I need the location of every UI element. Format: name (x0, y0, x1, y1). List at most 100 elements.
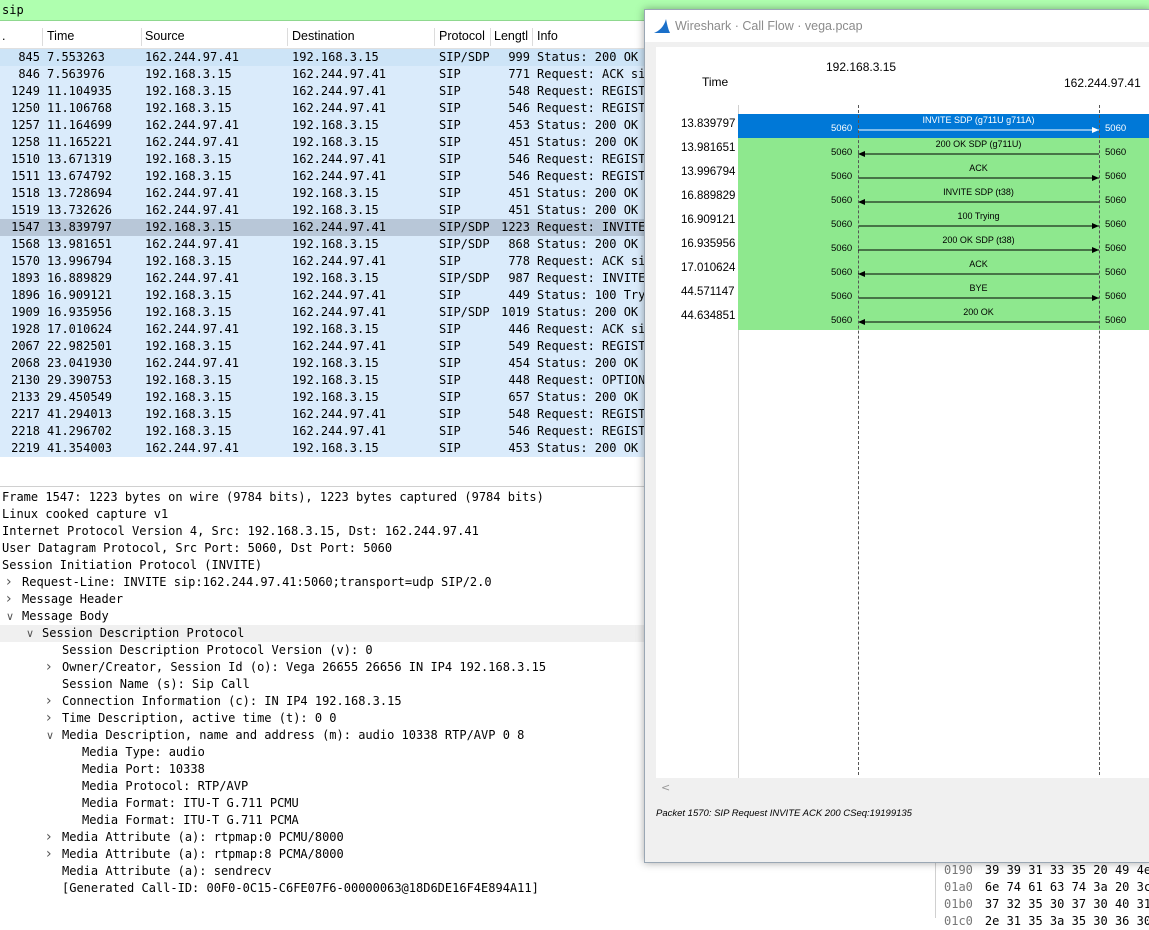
packet-row[interactable]: 1570 13.996794 192.168.3.15 162.244.97.41 SI… (0, 253, 645, 270)
column-header-source[interactable]: Source (145, 29, 185, 43)
port-a-label: 5060 (831, 123, 853, 134)
packet-cell-proto: SIP (439, 407, 461, 421)
packet-row[interactable]: 2217 41.294013 192.168.3.15 162.244.97.41 SI… (0, 406, 645, 423)
packet-row[interactable]: 1249 11.104935 192.168.3.15 162.244.97.41 SI… (0, 83, 645, 100)
packet-row[interactable]: 1250 11.106768 192.168.3.15 162.244.97.41 SI… (0, 100, 645, 117)
tree-collapsed-icon[interactable]: › (46, 846, 52, 863)
tree-collapsed-icon[interactable]: › (46, 710, 52, 727)
display-filter-input[interactable] (0, 1, 642, 19)
packet-row[interactable]: 846 7.563976 192.168.3.15 162.244.97.41 SIP 7… (0, 66, 645, 83)
packet-row[interactable]: 1519 13.732626 162.244.97.41 192.168.3.15 SI… (0, 202, 645, 219)
packet-row[interactable]: 2219 41.354003 162.244.97.41 192.168.3.15 SI… (0, 440, 645, 457)
packet-cell-time: 41.294013 (47, 407, 113, 421)
packet-row[interactable]: 1257 11.164699 162.244.97.41 192.168.3.15 SI… (0, 117, 645, 134)
packet-cell-dst: 162.244.97.41 (292, 84, 386, 98)
call-flow-item[interactable]: 5060 5060 200 OK SDP (g711U) (738, 138, 1149, 162)
packet-cell-dst: 162.244.97.41 (292, 169, 386, 183)
call-flow-item[interactable]: 5060 5060 200 OK (738, 306, 1149, 330)
call-flow-item[interactable]: 5060 5060 INVITE SDP (t38) (738, 186, 1149, 210)
packet-row[interactable]: 2130 29.390753 192.168.3.15 192.168.3.15 SIP… (0, 372, 645, 389)
tree-expanded-icon[interactable]: ∨ (6, 608, 14, 625)
column-header-protocol[interactable]: Protocol (439, 29, 485, 43)
packet-cell-src: 162.244.97.41 (145, 135, 239, 149)
call-flow-status-text: Packet 1570: SIP Request INVITE ACK 200 … (656, 808, 912, 819)
scroll-left-icon[interactable]: < (661, 781, 670, 794)
packet-cell-dst: 162.244.97.41 (292, 424, 386, 438)
packet-row[interactable]: 2218 41.296702 192.168.3.15 162.244.97.41 SI… (0, 423, 645, 440)
packet-cell-info: Status: 100 Tryi (537, 288, 645, 302)
packet-cell-dst: 162.244.97.41 (292, 339, 386, 353)
packet-cell-no: 1510 (11, 152, 40, 166)
packet-cell-src: 192.168.3.15 (145, 407, 232, 421)
packet-cell-dst: 192.168.3.15 (292, 237, 379, 251)
packet-row[interactable]: 1928 17.010624 162.244.97.41 192.168.3.15 SI… (0, 321, 645, 338)
detail-tree-label: User Datagram Protocol, Src Port: 5060, … (2, 541, 393, 555)
packet-cell-time: 13.981651 (47, 237, 113, 251)
flow-time-label: 16.889829 (681, 190, 736, 202)
packet-row[interactable]: 1896 16.909121 192.168.3.15 162.244.97.41 SI… (0, 287, 645, 304)
packet-cell-time: 29.450549 (47, 390, 113, 404)
call-flow-diagram[interactable]: Time 192.168.3.15 162.244.97.41 5060 5060… (656, 47, 1149, 778)
tree-expanded-icon[interactable]: ∨ (46, 727, 54, 744)
call-flow-item[interactable]: 5060 5060 ACK (738, 162, 1149, 186)
detail-tree-label: Media Format: ITU-T G.711 PCMA (82, 813, 299, 827)
call-flow-window[interactable]: Wireshark · Call Flow · vega.pcap Time 1… (644, 9, 1149, 863)
packet-row[interactable]: 1511 13.674792 192.168.3.15 162.244.97.41 SI… (0, 168, 645, 185)
packet-list[interactable]: . Time Source Destination Protocol Lengt… (0, 22, 645, 472)
column-header-info[interactable]: Info (537, 29, 558, 43)
packet-cell-time: 11.164699 (47, 118, 113, 132)
call-flow-horizontal-scrollbar[interactable]: < (656, 780, 1149, 798)
packet-cell-time: 13.728694 (47, 186, 113, 200)
packet-bytes-pane[interactable]: 0190 39 39 31 33 35 20 49 4e 01a0 6e 74 61 … (935, 860, 1149, 928)
packet-row[interactable]: 1568 13.981651 162.244.97.41 192.168.3.15 SI… (0, 236, 645, 253)
packet-row[interactable]: 845 7.553263 162.244.97.41 192.168.3.15 SIP/… (0, 49, 645, 66)
detail-tree-item[interactable]: ∨ Session Description Protocol (0, 625, 645, 642)
call-flow-titlebar[interactable]: Wireshark · Call Flow · vega.pcap (645, 10, 1149, 42)
arrow-left-icon (858, 151, 1099, 157)
call-flow-item[interactable]: 5060 5060 BYE (738, 282, 1149, 306)
packet-cell-len: 549 (508, 339, 530, 353)
flow-message-label: ACK (969, 259, 988, 269)
flow-message-label: 200 OK SDP (g711U) (935, 139, 1022, 149)
packet-row[interactable]: 1547 13.839797 192.168.3.15 162.244.97.41 SI… (0, 219, 645, 236)
packet-cell-proto: SIP (439, 169, 461, 183)
detail-tree-label: Connection Information (c): IN IP4 192.1… (62, 694, 402, 708)
packet-row[interactable]: 2068 23.041930 162.244.97.41 192.168.3.15 SI… (0, 355, 645, 372)
flow-message-label: 100 Trying (957, 211, 1000, 221)
port-a-label: 5060 (831, 219, 853, 230)
packet-cell-len: 454 (508, 356, 530, 370)
packet-row[interactable]: 1510 13.671319 192.168.3.15 162.244.97.41 SI… (0, 151, 645, 168)
tree-collapsed-icon[interactable]: › (46, 693, 52, 710)
call-flow-item[interactable]: 5060 5060 ACK (738, 258, 1149, 282)
packet-row[interactable]: 1518 13.728694 162.244.97.41 192.168.3.15 SI… (0, 185, 645, 202)
tree-collapsed-icon[interactable]: › (46, 659, 52, 676)
column-header-length[interactable]: Lengtl (494, 29, 528, 43)
column-header-destination[interactable]: Destination (292, 29, 355, 43)
hex-offset: 0190 (944, 863, 973, 877)
packet-row[interactable]: 1258 11.165221 162.244.97.41 192.168.3.15 SI… (0, 134, 645, 151)
detail-tree-item[interactable]: [Generated Call-ID: 00F0-0C15-C6FE07F6-0… (0, 880, 935, 897)
detail-tree-item[interactable]: Media Attribute (a): sendrecv (0, 863, 935, 880)
packet-row[interactable]: 2067 22.982501 192.168.3.15 162.244.97.41 SI… (0, 338, 645, 355)
tree-collapsed-icon[interactable]: › (46, 829, 52, 846)
packet-cell-no: 2133 (11, 390, 40, 404)
packet-cell-proto: SIP (439, 356, 461, 370)
column-header-no[interactable]: . (2, 29, 5, 43)
packet-cell-len: 451 (508, 135, 530, 149)
column-header-time[interactable]: Time (47, 29, 74, 43)
call-flow-item[interactable]: 5060 5060 100 Trying (738, 210, 1149, 234)
packet-cell-dst: 192.168.3.15 (292, 441, 379, 455)
call-flow-item[interactable]: 5060 5060 200 OK SDP (t38) (738, 234, 1149, 258)
packet-cell-info: Request: REGISTE (537, 101, 645, 115)
tree-collapsed-icon[interactable]: › (6, 574, 12, 591)
packet-cell-no: 1257 (11, 118, 40, 132)
arrow-left-icon (858, 199, 1099, 205)
arrow-right-icon (858, 295, 1099, 301)
packet-cell-info: Request: INVITE (537, 220, 645, 234)
tree-expanded-icon[interactable]: ∨ (26, 625, 34, 642)
tree-collapsed-icon[interactable]: › (6, 591, 12, 608)
call-flow-item[interactable]: 5060 5060 INVITE SDP (g711U g711A) (738, 114, 1149, 138)
packet-row[interactable]: 1909 16.935956 192.168.3.15 162.244.97.41 SI… (0, 304, 645, 321)
packet-row[interactable]: 2133 29.450549 192.168.3.15 192.168.3.15 SIP… (0, 389, 645, 406)
packet-row[interactable]: 1893 16.889829 162.244.97.41 192.168.3.15 SI… (0, 270, 645, 287)
